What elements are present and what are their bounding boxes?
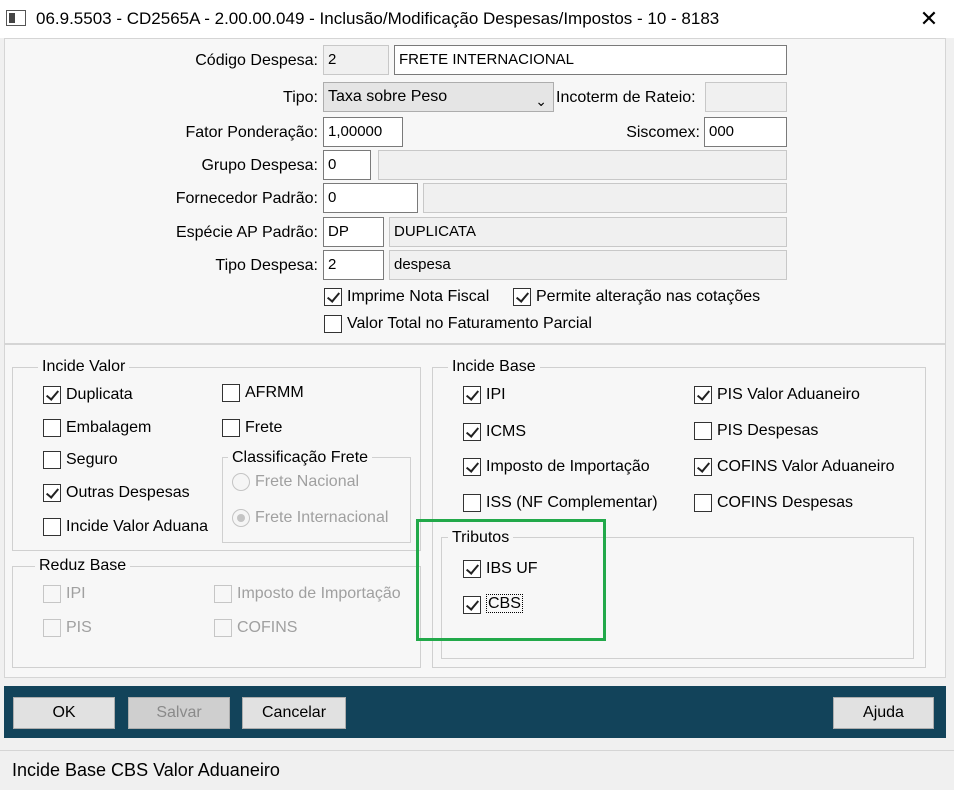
frete-nacional-label: Frete Nacional [255, 473, 360, 490]
app-window-icon [6, 10, 26, 26]
fornecedor-padrao-input[interactable]: 0 [323, 183, 418, 213]
tipo-label: Tipo: [283, 89, 318, 106]
reduz-base-group [12, 566, 421, 668]
base-icms-label: ICMS [486, 423, 526, 440]
imprime-nota-fiscal-label: Imprime Nota Fiscal [347, 288, 490, 305]
afrmm-label: AFRMM [245, 384, 304, 401]
grupo-despesa-label: Grupo Despesa: [201, 157, 318, 174]
chevron-down-icon: ⌄ [535, 93, 547, 109]
fornecedor-padrao-label: Fornecedor Padrão: [175, 190, 318, 207]
reduz-pis-label: PIS [66, 619, 92, 636]
status-text: Incide Base CBS Valor Aduaneiro [12, 760, 280, 780]
valor-total-faturamento-checkbox[interactable] [324, 315, 342, 333]
pis-despesas-checkbox[interactable] [694, 422, 712, 440]
cofins-despesas-checkbox[interactable] [694, 494, 712, 512]
tributos-highlight-box [416, 519, 606, 641]
valor-total-faturamento-label: Valor Total no Faturamento Parcial [347, 315, 592, 332]
tipo-despesa-description: despesa [389, 250, 787, 280]
incoterm-label: Incoterm de Rateio: [556, 89, 696, 106]
ok-button[interactable]: OK [13, 697, 115, 729]
embalagem-label: Embalagem [66, 419, 152, 436]
seguro-checkbox[interactable] [43, 451, 61, 469]
fornecedor-padrao-description [423, 183, 787, 213]
reduz-ipi-label: IPI [66, 585, 86, 602]
incide-valor-aduana-label: Incide Valor Aduana [66, 518, 209, 535]
classificacao-frete-group [222, 457, 411, 543]
base-imposto-importacao-label: Imposto de Importação [486, 458, 650, 475]
duplicata-label: Duplicata [66, 386, 133, 403]
iss-nf-complementar-checkbox[interactable] [463, 494, 481, 512]
fator-ponderacao-input[interactable]: 1,00000 [323, 117, 403, 147]
frete-internacional-radio[interactable] [232, 509, 250, 527]
outras-despesas-checkbox[interactable] [43, 484, 61, 502]
seguro-label: Seguro [66, 451, 118, 468]
cofins-valor-aduaneiro-label: COFINS Valor Aduaneiro [717, 458, 895, 475]
outras-despesas-label: Outras Despesas [66, 484, 190, 501]
permite-alteracao-label: Permite alteração nas cotações [536, 288, 761, 305]
especie-ap-description: DUPLICATA [389, 217, 787, 247]
siscomex-label: Siscomex: [626, 124, 700, 141]
reduz-cofins-label: COFINS [237, 619, 298, 636]
tipo-select[interactable]: Taxa sobre Peso ⌄ [323, 82, 554, 112]
pis-despesas-label: PIS Despesas [717, 422, 819, 439]
classificacao-frete-title: Classificação Frete [228, 449, 373, 467]
tipo-despesa-input[interactable]: 2 [323, 250, 384, 280]
grupo-despesa-input[interactable]: 0 [323, 150, 371, 180]
codigo-despesa-description[interactable]: FRETE INTERNACIONAL [394, 45, 787, 75]
frete-nacional-radio[interactable] [232, 473, 250, 491]
codigo-despesa-input[interactable]: 2 [323, 45, 389, 75]
reduz-cofins-checkbox[interactable] [214, 619, 232, 637]
close-icon[interactable]: ✕ [912, 4, 946, 34]
ajuda-button[interactable]: Ajuda [833, 697, 934, 729]
tipo-despesa-label: Tipo Despesa: [215, 257, 318, 274]
reduz-imposto-importacao-checkbox[interactable] [214, 585, 232, 603]
especie-ap-input[interactable]: DP [323, 217, 384, 247]
incoterm-input[interactable] [705, 82, 787, 112]
frete-checkbox[interactable] [222, 419, 240, 437]
pis-valor-aduaneiro-checkbox[interactable] [694, 386, 712, 404]
cofins-valor-aduaneiro-checkbox[interactable] [694, 458, 712, 476]
especie-ap-label: Espécie AP Padrão: [175, 224, 318, 241]
reduz-pis-checkbox[interactable] [43, 619, 61, 637]
permite-alteracao-checkbox[interactable] [513, 288, 531, 306]
siscomex-input[interactable]: 000 [704, 117, 787, 147]
codigo-despesa-label: Código Despesa: [195, 52, 318, 69]
duplicata-checkbox[interactable] [43, 386, 61, 404]
reduz-imposto-importacao-label: Imposto de Importação [237, 585, 401, 602]
incide-base-title: Incide Base [448, 358, 540, 376]
incide-valor-aduana-checkbox[interactable] [43, 518, 61, 536]
pis-valor-aduaneiro-label: PIS Valor Aduaneiro [717, 386, 860, 403]
reduz-base-title: Reduz Base [35, 557, 131, 575]
afrmm-checkbox[interactable] [222, 384, 240, 402]
window-title: 06.9.5503 - CD2565A - 2.00.00.049 - Incl… [36, 9, 720, 28]
grupo-despesa-description [378, 150, 787, 180]
cofins-despesas-label: COFINS Despesas [717, 494, 854, 511]
base-imposto-importacao-checkbox[interactable] [463, 458, 481, 476]
base-icms-checkbox[interactable] [463, 423, 481, 441]
embalagem-checkbox[interactable] [43, 419, 61, 437]
tipo-select-value: Taxa sobre Peso [328, 88, 448, 105]
incide-valor-title: Incide Valor [38, 358, 130, 376]
cancelar-button[interactable]: Cancelar [242, 697, 346, 729]
frete-label: Frete [245, 419, 283, 436]
reduz-ipi-checkbox[interactable] [43, 585, 61, 603]
base-ipi-checkbox[interactable] [463, 386, 481, 404]
fator-ponderacao-label: Fator Ponderação: [185, 124, 318, 141]
iss-nf-complementar-label: ISS (NF Complementar) [486, 494, 658, 511]
salvar-button[interactable]: Salvar [128, 697, 230, 729]
base-ipi-label: IPI [486, 386, 506, 403]
imprime-nota-fiscal-checkbox[interactable] [324, 288, 342, 306]
frete-internacional-label: Frete Internacional [255, 509, 389, 526]
